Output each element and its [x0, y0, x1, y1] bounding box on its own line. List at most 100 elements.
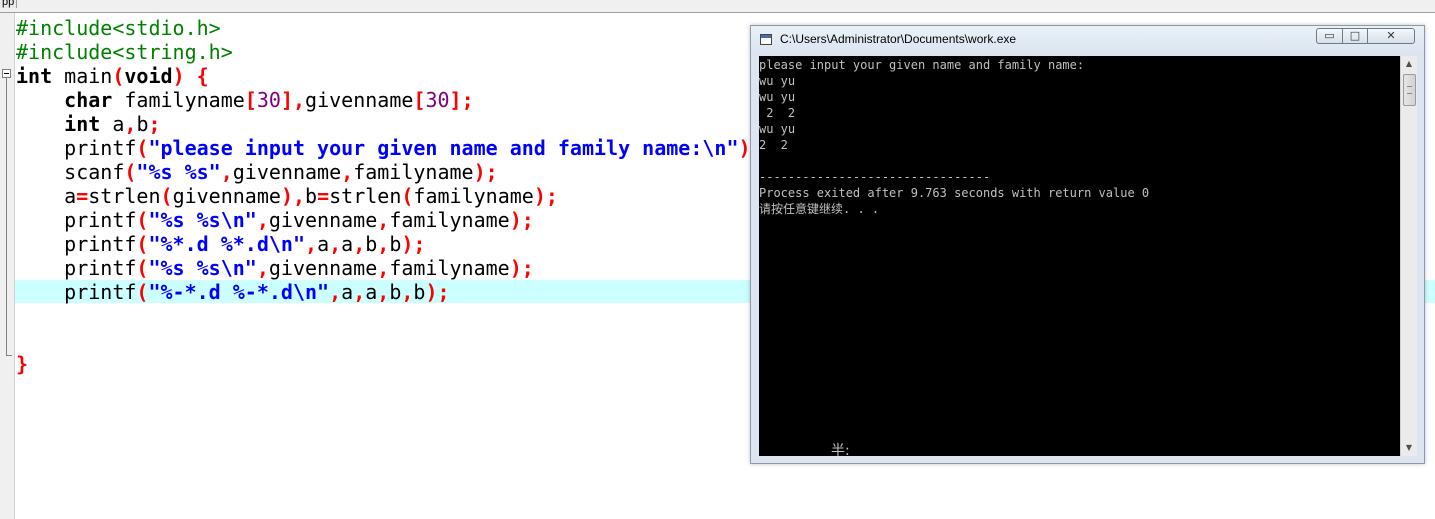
code-editor[interactable]: #include<stdio.h> #include<string.h> int m… — [16, 16, 751, 376]
code-token: familyname — [112, 88, 245, 112]
code-token: ( — [136, 232, 149, 256]
code-line[interactable]: printf("please input your given name and… — [16, 136, 751, 160]
fold-collapse-icon[interactable] — [2, 69, 11, 78]
console-scrollbar[interactable]: ▲ ▼ — [1400, 56, 1417, 456]
code-token: printf — [16, 280, 137, 304]
code-token: , — [377, 232, 390, 256]
code-token: a — [341, 280, 354, 304]
scroll-down-arrow-icon[interactable]: ▼ — [1401, 440, 1417, 456]
console-title: C:\Users\Administrator\Documents\work.ex… — [780, 32, 1017, 46]
fold-guide — [6, 78, 7, 355]
code-token: a — [365, 280, 378, 304]
code-token: ) — [738, 136, 751, 160]
code-token: #include<string.h> — [16, 40, 233, 64]
console-output: please input your given name and family … — [759, 57, 1149, 217]
code-token: printf — [16, 256, 137, 280]
code-line[interactable]: int a,b; — [16, 112, 751, 136]
code-token: ); — [533, 184, 558, 208]
code-line[interactable]: a=strlen(givenname),b=strlen(familyname)… — [16, 184, 751, 208]
code-token: ( — [136, 280, 149, 304]
code-token: a — [16, 184, 77, 208]
code-token: familyname — [353, 160, 474, 184]
code-token: void — [124, 64, 173, 88]
maximize-button[interactable]: □ — [1342, 28, 1368, 44]
code-token: printf — [16, 136, 137, 160]
code-token: = — [317, 184, 330, 208]
code-token: b — [136, 112, 149, 136]
code-token: ( — [136, 208, 149, 232]
code-token: "%s %s" — [136, 160, 221, 184]
code-token: givenname — [268, 256, 378, 280]
console-window[interactable]: C:\Users\Administrator\Documents\work.ex… — [750, 25, 1425, 464]
code-line[interactable]: printf("%-*.d %-*.d\n",a,a,b,b); — [16, 280, 751, 304]
code-line[interactable]: scanf("%s %s",givenname,familyname); — [16, 160, 751, 184]
code-token: } — [16, 352, 29, 376]
code-token: givenname — [172, 184, 281, 208]
code-line[interactable]: printf("%s %s\n",givenname,familyname); — [16, 256, 751, 280]
code-token: givenname — [232, 160, 342, 184]
console-line: wu yu — [759, 122, 796, 136]
code-line[interactable]: } — [16, 352, 751, 376]
minimize-button[interactable]: ▭ — [1316, 28, 1343, 44]
code-token: ( — [160, 184, 173, 208]
code-token: a — [317, 232, 330, 256]
editor-gutter — [0, 13, 15, 519]
code-token: ); — [425, 280, 450, 304]
code-token: 30 — [256, 88, 281, 112]
code-token: , — [353, 280, 366, 304]
code-line[interactable]: int main(void) { — [16, 64, 751, 88]
code-token: "please input your given name and family… — [148, 136, 739, 160]
console-line: 2 2 — [759, 138, 788, 152]
code-token: , — [329, 280, 342, 304]
ime-status: 半: — [831, 443, 850, 456]
code-line[interactable]: printf("%s %s\n",givenname,familyname); — [16, 208, 751, 232]
code-line[interactable]: printf("%*.d %*.d\n",a,a,b,b); — [16, 232, 751, 256]
code-token: , — [353, 232, 366, 256]
code-line[interactable]: #include<stdio.h> — [16, 16, 751, 40]
code-token: "%*.d %*.d\n" — [148, 232, 306, 256]
code-token: printf — [16, 232, 137, 256]
console-titlebar[interactable]: C:\Users\Administrator\Documents\work.ex… — [751, 26, 1424, 54]
code-token: int — [16, 64, 53, 88]
code-token: [ — [413, 88, 426, 112]
code-token: "%s %s\n" — [148, 208, 257, 232]
console-app-icon — [760, 34, 772, 45]
code-token: ) — [172, 64, 185, 88]
code-token: familyname — [389, 208, 510, 232]
code-token: givenname — [268, 208, 378, 232]
code-token: ( — [112, 64, 125, 88]
code-token: 30 — [425, 88, 450, 112]
code-token: b — [413, 280, 426, 304]
code-token: char — [64, 88, 113, 112]
code-token: ( — [401, 184, 414, 208]
code-token: ), — [280, 184, 306, 208]
code-line[interactable]: #include<string.h> — [16, 40, 751, 64]
code-token: ]; — [449, 88, 474, 112]
console-output-area[interactable]: please input your given name and family … — [759, 56, 1400, 456]
code-line[interactable]: char familyname[30],givenname[30]; — [16, 88, 751, 112]
code-token: "%s %s\n" — [148, 256, 257, 280]
code-line[interactable] — [16, 328, 751, 352]
code-token: scanf — [16, 160, 125, 184]
code-token: , — [401, 280, 414, 304]
code-token: , — [256, 256, 269, 280]
code-token: b — [389, 280, 402, 304]
code-token: givenname — [305, 88, 414, 112]
console-line: 2 2 — [759, 106, 796, 120]
code-token: , — [377, 280, 390, 304]
code-token: , — [256, 208, 269, 232]
scroll-up-arrow-icon[interactable]: ▲ — [1401, 56, 1417, 72]
code-token: ); — [509, 208, 534, 232]
scroll-thumb[interactable] — [1403, 74, 1416, 106]
code-token: ( — [136, 136, 149, 160]
code-token: , — [220, 160, 233, 184]
code-token: ); — [473, 160, 498, 184]
close-button[interactable]: ✕ — [1367, 28, 1415, 44]
code-token: b — [305, 184, 318, 208]
file-tab[interactable]: pp — [0, 0, 18, 8]
code-token: a — [341, 232, 354, 256]
code-line[interactable] — [16, 304, 751, 328]
